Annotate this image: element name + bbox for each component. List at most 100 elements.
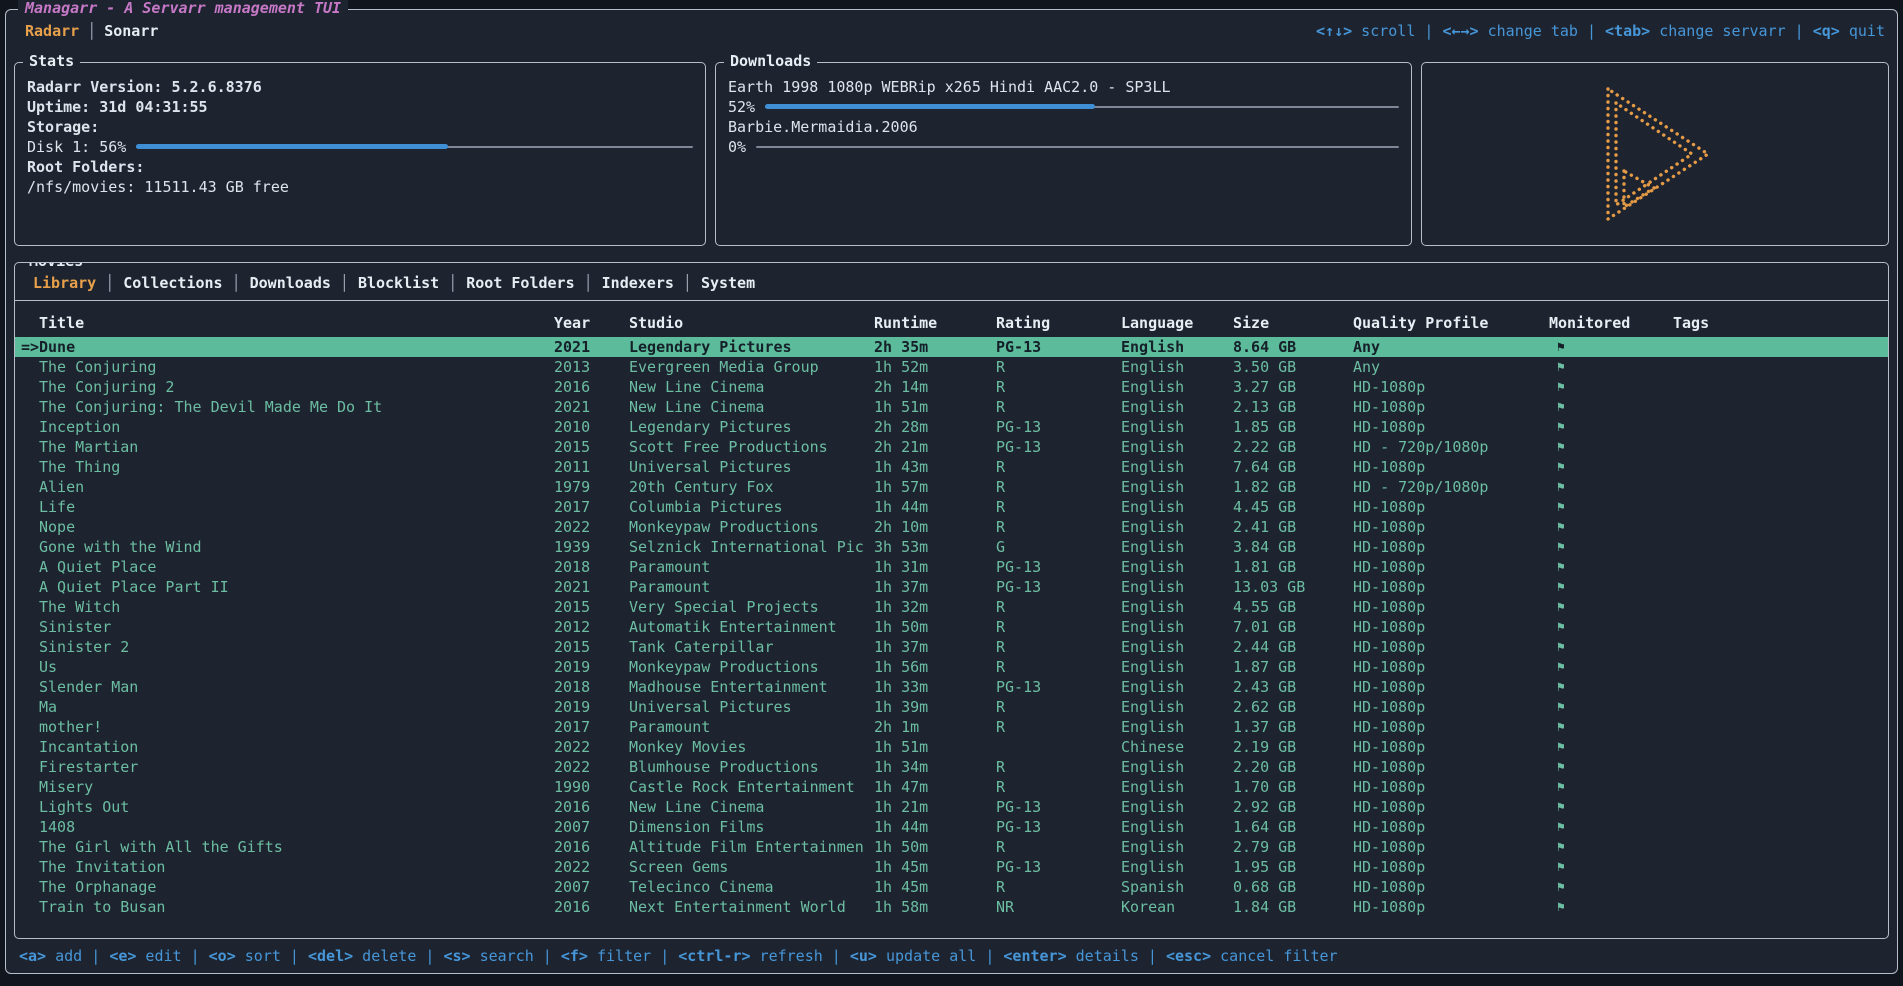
table-row[interactable]: Alien197920th Century Fox1h 57mREnglish1…	[15, 477, 1888, 497]
cell-language: English	[1121, 478, 1233, 496]
cell-title: A Quiet Place Part II	[39, 578, 554, 596]
table-row[interactable]: Lights Out2016New Line Cinema1h 21mPG-13…	[15, 797, 1888, 817]
help-label: search	[471, 947, 534, 965]
cell-studio: Monkeypaw Productions	[629, 658, 874, 676]
table-row[interactable]: Nope2022Monkeypaw Productions2h 10mREngl…	[15, 517, 1888, 537]
cell-rating: R	[996, 838, 1121, 856]
cell-year: 2012	[554, 618, 629, 636]
cell-rating: R	[996, 718, 1121, 736]
cell-year: 2017	[554, 718, 629, 736]
tab-library[interactable]: Library	[25, 274, 104, 292]
cell-title: Train to Busan	[39, 898, 554, 916]
cell-rating: R	[996, 618, 1121, 636]
table-row[interactable]: The Conjuring 22016New Line Cinema2h 14m…	[15, 377, 1888, 397]
monitored-icon: ⚑	[1549, 340, 1673, 355]
table-row[interactable]: Sinister2012Automatik Entertainment1h 50…	[15, 617, 1888, 637]
table-row[interactable]: The Thing2011Universal Pictures1h 43mREn…	[15, 457, 1888, 477]
cell-quality-profile: HD-1080p	[1353, 698, 1549, 716]
tab-collections[interactable]: Collections	[115, 274, 230, 292]
help-key-details: <enter>	[1003, 947, 1066, 965]
table-row[interactable]: A Quiet Place2018Paramount1h 31mPG-13Eng…	[15, 557, 1888, 577]
cell-runtime: 1h 43m	[874, 458, 996, 476]
monitored-icon: ⚑	[1549, 820, 1673, 835]
table-row[interactable]: Firestarter2022Blumhouse Productions1h 3…	[15, 757, 1888, 777]
cell-title: A Quiet Place	[39, 558, 554, 576]
cell-quality-profile: HD-1080p	[1353, 378, 1549, 396]
bottom-help: <a> add | <e> edit | <o> sort | <del> de…	[6, 939, 1897, 973]
table-row[interactable]: Sinister 22015Tank Caterpillar1h 37mREng…	[15, 637, 1888, 657]
table-row[interactable]: =>Dune2021Legendary Pictures2h 35mPG-13E…	[15, 337, 1888, 357]
cell-title: Nope	[39, 518, 554, 536]
tab-downloads[interactable]: Downloads	[242, 274, 339, 292]
tab-system[interactable]: System	[693, 274, 763, 292]
managarr-play-logo-icon	[1592, 83, 1718, 225]
cell-language: English	[1121, 558, 1233, 576]
cell-rating: R	[996, 878, 1121, 896]
cell-studio: Evergreen Media Group	[629, 358, 874, 376]
cell-runtime: 1h 21m	[874, 798, 996, 816]
cell-title: Lights Out	[39, 798, 554, 816]
monitored-icon: ⚑	[1549, 460, 1673, 475]
help-label: edit	[136, 947, 181, 965]
cell-size: 2.62 GB	[1233, 698, 1353, 716]
cell-quality-profile: HD-1080p	[1353, 658, 1549, 676]
cell-rating: PG-13	[996, 678, 1121, 696]
cell-runtime: 1h 45m	[874, 858, 996, 876]
cell-rating: R	[996, 358, 1121, 376]
table-row[interactable]: Life2017Columbia Pictures1h 44mREnglish4…	[15, 497, 1888, 517]
disk-usage-row: Disk 1: 56%	[27, 137, 693, 157]
table-row[interactable]: Us2019Monkeypaw Productions1h 56mREnglis…	[15, 657, 1888, 677]
cell-title: The Thing	[39, 458, 554, 476]
cell-title: Ma	[39, 698, 554, 716]
cell-year: 2015	[554, 598, 629, 616]
table-row[interactable]: Misery1990Castle Rock Entertainment1h 47…	[15, 777, 1888, 797]
servarr-tab-sonarr[interactable]: Sonarr	[97, 22, 165, 40]
table-row[interactable]: Slender Man2018Madhouse Entertainment1h …	[15, 677, 1888, 697]
cell-year: 2015	[554, 638, 629, 656]
help-label: change servarr	[1650, 22, 1785, 40]
table-row[interactable]: The Conjuring: The Devil Made Me Do It20…	[15, 397, 1888, 417]
tab-root-folders[interactable]: Root Folders	[458, 274, 582, 292]
progress-fill	[136, 144, 448, 149]
root-folders-row: Root Folders:	[27, 157, 693, 177]
servarr-tabs: Radarr│Sonarr	[18, 22, 165, 40]
table-row[interactable]: Ma2019Universal Pictures1h 39mREnglish2.…	[15, 697, 1888, 717]
cell-year: 2016	[554, 378, 629, 396]
cell-rating: NR	[996, 898, 1121, 916]
table-row[interactable]: Incantation2022Monkey Movies1h 51mChines…	[15, 737, 1888, 757]
cell-size: 1.82 GB	[1233, 478, 1353, 496]
table-row[interactable]: Gone with the Wind1939Selznick Internati…	[15, 537, 1888, 557]
table-row[interactable]: 14082007Dimension Films1h 44mPG-13Englis…	[15, 817, 1888, 837]
help-separator: |	[182, 947, 209, 965]
tab-indexers[interactable]: Indexers	[594, 274, 682, 292]
header-panels: Stats Radarr Version: 5.2.6.8376 Uptime:…	[6, 62, 1897, 246]
cell-year: 2007	[554, 878, 629, 896]
cell-quality-profile: HD-1080p	[1353, 518, 1549, 536]
download-progress-row: 52%	[728, 97, 1399, 117]
servarr-tab-radarr[interactable]: Radarr	[18, 22, 86, 40]
cell-title: The Witch	[39, 598, 554, 616]
cell-language: English	[1121, 858, 1233, 876]
cell-studio: Columbia Pictures	[629, 498, 874, 516]
storage-row: Storage:	[27, 117, 693, 137]
cell-year: 2016	[554, 798, 629, 816]
monitored-icon: ⚑	[1549, 780, 1673, 795]
table-row[interactable]: The Witch2015Very Special Projects1h 32m…	[15, 597, 1888, 617]
table-row[interactable]: The Martian2015Scott Free Productions2h …	[15, 437, 1888, 457]
monitored-icon: ⚑	[1549, 840, 1673, 855]
table-row[interactable]: Inception2010Legendary Pictures2h 28mPG-…	[15, 417, 1888, 437]
cell-runtime: 1h 34m	[874, 758, 996, 776]
help-label: quit	[1840, 22, 1885, 40]
cell-size: 1.95 GB	[1233, 858, 1353, 876]
cell-rating: R	[996, 478, 1121, 496]
table-row[interactable]: Train to Busan2016Next Entertainment Wor…	[15, 897, 1888, 917]
table-row[interactable]: mother!2017Paramount2h 1mREnglish1.37 GB…	[15, 717, 1888, 737]
download-progressbar	[756, 137, 1399, 157]
cell-quality-profile: HD-1080p	[1353, 418, 1549, 436]
table-row[interactable]: The Invitation2022Screen Gems1h 45mPG-13…	[15, 857, 1888, 877]
table-row[interactable]: The Conjuring2013Evergreen Media Group1h…	[15, 357, 1888, 377]
tab-blocklist[interactable]: Blocklist	[350, 274, 447, 292]
table-row[interactable]: The Girl with All the Gifts2016Altitude …	[15, 837, 1888, 857]
table-row[interactable]: The Orphanage2007Telecinco Cinema1h 45mR…	[15, 877, 1888, 897]
table-row[interactable]: A Quiet Place Part II2021Paramount1h 37m…	[15, 577, 1888, 597]
